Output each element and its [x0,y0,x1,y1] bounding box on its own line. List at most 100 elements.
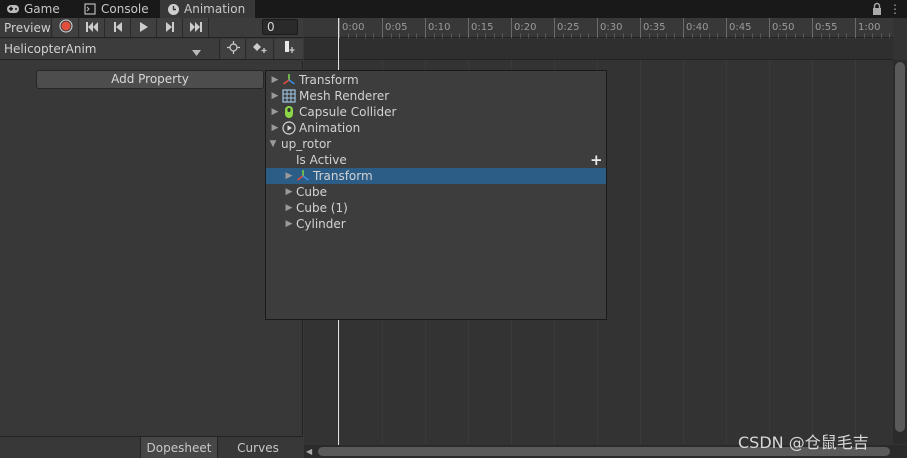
popup-item-label: Transform [313,169,373,183]
vertical-scroll-thumb[interactable] [895,62,905,432]
preview-toggle[interactable]: Preview [0,18,52,37]
ruler-subtick [803,33,804,38]
tab-curves[interactable]: Curves [219,437,297,458]
first-keyframe-button[interactable] [79,18,105,37]
add-event-button[interactable] [275,39,303,59]
ruler-subtick [674,33,675,38]
ruler-tick-label: 0:35 [643,22,666,33]
ruler-subtick [485,33,486,38]
ruler-subtick [889,33,890,38]
next-keyframe-button[interactable] [157,18,183,37]
ruler-subtick [872,33,873,38]
clip-dropdown[interactable]: HelicopterAnim [0,39,220,59]
ruler-tick-label: 0:10 [428,22,451,33]
play-button[interactable] [131,18,157,37]
ruler-tick-label: 0:50 [772,22,795,33]
scroll-left-icon[interactable]: ◀ [306,447,314,456]
popup-item-label: Cylinder [296,217,346,231]
tab-animation[interactable]: Animation [160,0,255,18]
timeline-gridline [726,60,727,445]
popup-item-label: Mesh Renderer [299,89,390,103]
ruler-subtick [692,33,693,38]
ruler-tick-label: 0:25 [557,22,580,33]
event-marker-icon [282,41,296,57]
chevron-down-icon [192,45,201,59]
popup-item-mesh-renderer[interactable]: ▶ Mesh Renderer [266,88,606,104]
ruler-subtick [580,33,581,38]
preview-label: Preview [4,20,51,35]
popup-item-cube-1[interactable]: ▶ Cube (1) [266,200,606,216]
ruler-tick [855,18,856,38]
popup-item-up-rotor[interactable]: ▼ up_rotor [266,136,606,152]
lock-icon[interactable] [871,2,883,16]
add-keyframe-diamond-button[interactable] [247,39,274,59]
event-lane[interactable] [304,39,893,60]
expand-arrow-icon[interactable]: ▶ [270,123,280,133]
timeline-gridline [683,60,684,445]
expand-arrow-icon[interactable]: ▶ [284,171,294,181]
popup-item-cube[interactable]: ▶ Cube [266,184,606,200]
ruler-tick-label: 0:30 [600,22,623,33]
ruler-subtick [709,33,710,38]
popup-item-is-active[interactable]: Is Active + [266,152,606,168]
ruler-subtick [760,33,761,38]
tab-console[interactable]: Console [77,0,155,18]
mesh-renderer-icon [282,89,296,103]
expand-arrow-icon[interactable]: ▶ [270,107,280,117]
transform-icon [282,73,296,87]
record-icon [59,19,73,36]
timeline-gridline [769,60,770,445]
clip-row: HelicopterAnim [0,39,303,60]
tab-animation-label: Animation [184,2,246,16]
last-keyframe-button[interactable] [183,18,209,37]
more-options-icon[interactable]: ⋮ [889,2,901,16]
previous-keyframe-button[interactable] [105,18,131,37]
ruler-subtick [700,33,701,38]
add-property-button[interactable]: Add Property [36,70,264,89]
ruler-subtick [545,33,546,38]
ruler-subtick [494,33,495,38]
popup-item-rotor-transform[interactable]: ▶ Transform [266,168,606,184]
tab-game[interactable]: Game [0,0,66,18]
expand-arrow-icon[interactable]: ▶ [270,91,280,101]
add-keyframe-button[interactable] [221,39,246,59]
ruler-subtick [838,33,839,38]
add-property-plus-icon[interactable]: + [590,153,603,168]
step-forward-icon [164,21,176,35]
ruler-subtick [623,33,624,38]
ruler-subtick [657,33,658,38]
expand-arrow-icon[interactable]: ▶ [284,187,294,197]
ruler-tick [339,18,340,38]
tab-dopesheet[interactable]: Dopesheet [140,437,218,458]
ruler-subtick [614,33,615,38]
ruler-tick [382,18,383,38]
expand-arrow-icon[interactable]: ▶ [284,219,294,229]
ruler-subtick [520,33,521,38]
ruler-tick-label: 0:15 [471,22,494,33]
ruler-tick [425,18,426,38]
ruler-tick [812,18,813,38]
ruler-subtick [821,33,822,38]
frame-input[interactable]: 0 [262,19,298,35]
ruler-tick [554,18,555,38]
popup-item-animation[interactable]: ▶ Animation [266,120,606,136]
skip-to-end-icon [189,21,203,35]
popup-item-label: up_rotor [281,137,332,151]
record-button[interactable] [53,18,79,37]
popup-item-cylinder[interactable]: ▶ Cylinder [266,216,606,232]
collapse-arrow-icon[interactable]: ▼ [268,139,278,149]
skip-to-start-icon [85,21,99,35]
popup-item-label: Cube (1) [296,201,348,215]
popup-item-capsule-collider[interactable]: ▶ Capsule Collider [266,104,606,120]
expand-arrow-icon[interactable]: ▶ [270,75,280,85]
ruler-subtick [829,33,830,38]
tab-dopesheet-label: Dopesheet [146,440,212,455]
ruler-subtick [356,33,357,38]
expand-arrow-icon[interactable]: ▶ [284,203,294,213]
capsule-collider-icon [282,105,296,119]
keyframe-target-icon [226,41,240,57]
property-panel [0,61,303,436]
ruler-subtick [735,33,736,38]
watermark: CSDN @仓鼠毛吉 [738,433,869,452]
popup-item-transform[interactable]: ▶ Transform [266,72,606,88]
